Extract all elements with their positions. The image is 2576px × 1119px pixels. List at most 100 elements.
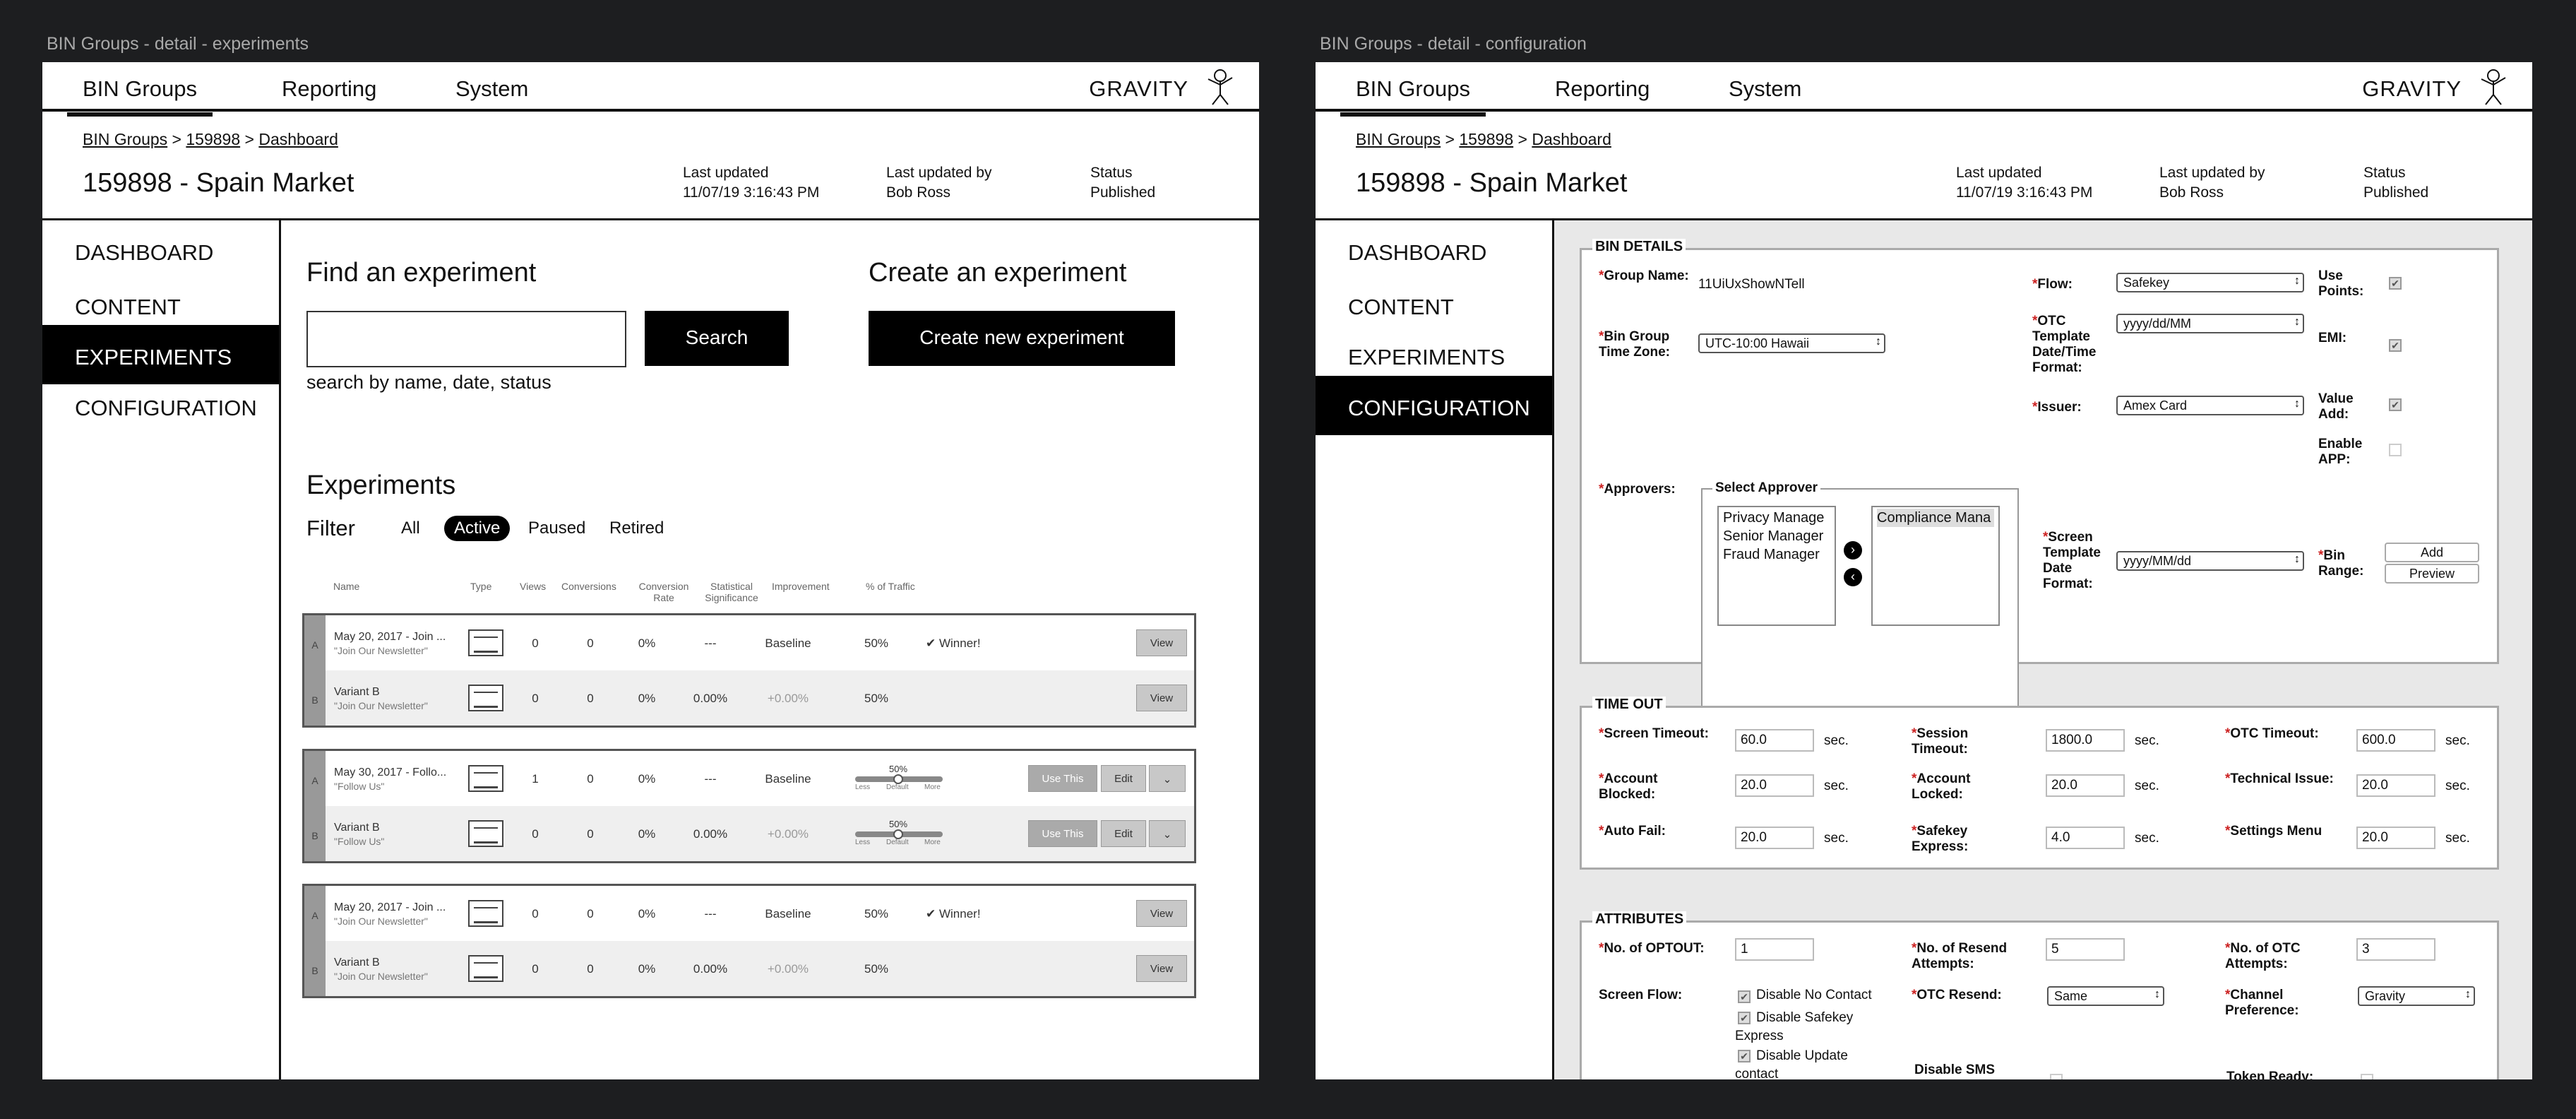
timeout-unit: sec. <box>1824 733 1849 748</box>
timeout-input[interactable]: 1800.0 <box>2046 729 2125 752</box>
emi-checkbox[interactable]: ✔ <box>2389 339 2402 352</box>
move-right-icon[interactable]: › <box>1844 541 1862 560</box>
timeout-unit: sec. <box>2135 733 2159 748</box>
nav-tab-bin-groups[interactable]: BIN Groups <box>67 76 213 117</box>
disable-sms-checkbox[interactable] <box>2050 1074 2063 1079</box>
sidebar-item-dashboard[interactable]: DASHBOARD <box>42 220 279 280</box>
col-conversions: Conversions <box>561 581 616 592</box>
nav-tab-system[interactable]: System <box>1729 76 1801 102</box>
sidebar-item-dashboard[interactable]: DASHBOARD <box>1316 220 1552 280</box>
filter-paused[interactable]: Paused <box>528 519 585 538</box>
breadcrumb-dashboard[interactable]: Dashboard <box>258 130 338 148</box>
otc-resend-select[interactable]: Same <box>2047 986 2164 1006</box>
experiment-group: A May 20, 2017 - Join ... "Join Our News… <box>302 613 1196 728</box>
breadcrumb-dashboard[interactable]: Dashboard <box>1532 130 1611 148</box>
view-button[interactable]: View <box>1136 685 1187 711</box>
view-button[interactable]: View <box>1136 900 1187 927</box>
timeout-input[interactable]: 20.0 <box>2046 774 2125 797</box>
experiment-name[interactable]: May 30, 2017 - Follo... <box>334 766 461 779</box>
otc-format-select[interactable]: yyyy/dd/MM <box>2116 314 2304 333</box>
approver-option[interactable]: Senior Manager <box>1723 527 1830 545</box>
selected-approvers-list[interactable]: Compliance Mana <box>1871 506 2000 626</box>
experiment-name[interactable]: Variant B <box>334 957 461 969</box>
disable-no-contact-checkbox[interactable]: ✔ <box>1738 990 1751 1003</box>
resend-input[interactable]: 5 <box>2046 938 2125 961</box>
issuer-select[interactable]: Amex Card <box>2116 396 2304 415</box>
add-button[interactable]: Add <box>2385 543 2479 562</box>
improvement-value: +0.00% <box>767 827 809 841</box>
value-add-checkbox[interactable]: ✔ <box>2389 398 2402 411</box>
table-row: B Variant B "Join Our Newsletter" 0 0 0%… <box>304 941 1194 996</box>
timeout-label: *Settings Menu <box>2225 824 2322 839</box>
view-button[interactable]: View <box>1136 955 1187 982</box>
channel-select[interactable]: Gravity <box>2358 986 2475 1006</box>
available-approvers-list[interactable]: Privacy Manage Senior Manager Fraud Mana… <box>1717 506 1836 626</box>
view-button[interactable]: View <box>1136 629 1187 656</box>
improvement-value: Baseline <box>765 907 811 920</box>
use-this-button[interactable]: Use This <box>1028 765 1097 792</box>
edit-button[interactable]: Edit <box>1101 820 1146 847</box>
timezone-select[interactable]: UTC-10:00 Hawaii <box>1698 333 1885 353</box>
window-title: BIN Groups - detail - configuration <box>1320 34 1587 54</box>
breadcrumb-bin-groups[interactable]: BIN Groups <box>83 130 167 148</box>
breadcrumb-159898[interactable]: 159898 <box>186 130 240 148</box>
conversions-value: 0 <box>587 827 594 841</box>
filter-retired[interactable]: Retired <box>609 519 664 538</box>
screen-format-select[interactable]: yyyy/MM/dd <box>2116 551 2304 571</box>
chevron-down-icon[interactable]: ⌄ <box>1149 820 1186 847</box>
search-button[interactable]: Search <box>645 311 789 366</box>
nav-tab-system[interactable]: System <box>455 76 528 102</box>
nav-tab-reporting[interactable]: Reporting <box>282 76 376 102</box>
timeout-input[interactable]: 20.0 <box>2356 774 2435 797</box>
disable-safekey-express-label: Disable Safekey Express <box>1735 1010 1854 1043</box>
variant-letter: B <box>304 941 326 996</box>
breadcrumb-159898[interactable]: 159898 <box>1459 130 1513 148</box>
table-row: B Variant B "Follow Us" 0 0 0% 0.00% +0.… <box>304 806 1194 861</box>
timeout-input[interactable]: 4.0 <box>2046 827 2125 849</box>
disable-update-contact-label: Disable Update contact <box>1735 1048 1848 1079</box>
chevron-down-icon[interactable]: ⌄ <box>1149 765 1186 792</box>
timeout-input[interactable]: 20.0 <box>2356 827 2435 849</box>
nav-tab-bin-groups[interactable]: BIN Groups <box>1340 76 1486 117</box>
traffic-slider[interactable]: 50% Less Default More <box>855 819 943 847</box>
enable-app-checkbox[interactable] <box>2389 444 2402 456</box>
sidebar-item-configuration[interactable]: CONFIGURATION <box>42 376 279 435</box>
nav-tab-reporting[interactable]: Reporting <box>1555 76 1650 102</box>
experiment-name[interactable]: Variant B <box>334 822 461 834</box>
slider-knob[interactable] <box>893 829 903 839</box>
timeout-input[interactable]: 20.0 <box>1735 774 1814 797</box>
use-this-button[interactable]: Use This <box>1028 820 1097 847</box>
bin-range-label: *Bin Range: <box>2318 548 2364 579</box>
approver-option[interactable]: Compliance Mana <box>1877 509 1994 527</box>
approver-option[interactable]: Fraud Manager <box>1723 545 1830 564</box>
views-value: 0 <box>532 962 539 976</box>
optout-input[interactable]: 1 <box>1735 938 1814 961</box>
preview-button[interactable]: Preview <box>2385 564 2479 584</box>
experiment-subtitle: "Join Our Newsletter" <box>334 916 428 927</box>
significance-value: --- <box>704 637 717 650</box>
timeout-input[interactable]: 600.0 <box>2356 729 2435 752</box>
variant-letter: A <box>304 615 326 670</box>
use-points-checkbox[interactable]: ✔ <box>2389 277 2402 290</box>
edit-button[interactable]: Edit <box>1101 765 1146 792</box>
slider-knob[interactable] <box>893 774 903 784</box>
flow-select[interactable]: Safekey <box>2116 273 2304 292</box>
experiment-name[interactable]: May 20, 2017 - Join ... <box>334 631 461 644</box>
experiment-subtitle: "Follow Us" <box>334 836 385 847</box>
significance-value: --- <box>704 772 717 786</box>
traffic-slider[interactable]: 50% Less Default More <box>855 764 943 792</box>
filter-all[interactable]: All <box>401 519 420 538</box>
timeout-input[interactable]: 60.0 <box>1735 729 1814 752</box>
token-ready-checkbox[interactable] <box>2361 1074 2373 1079</box>
experiment-name[interactable]: May 20, 2017 - Join ... <box>334 901 461 914</box>
breadcrumb-bin-groups[interactable]: BIN Groups <box>1356 130 1441 148</box>
sidebar-item-configuration[interactable]: CONFIGURATION <box>1316 376 1552 435</box>
move-left-icon[interactable]: ‹ <box>1844 568 1862 586</box>
filter-active[interactable]: Active <box>444 516 511 541</box>
experiment-name[interactable]: Variant B <box>334 686 461 699</box>
search-input[interactable] <box>306 311 626 367</box>
approver-option[interactable]: Privacy Manage <box>1723 509 1830 527</box>
otc-attempts-input[interactable]: 3 <box>2356 938 2435 961</box>
create-experiment-button[interactable]: Create new experiment <box>869 311 1175 366</box>
timeout-input[interactable]: 20.0 <box>1735 827 1814 849</box>
